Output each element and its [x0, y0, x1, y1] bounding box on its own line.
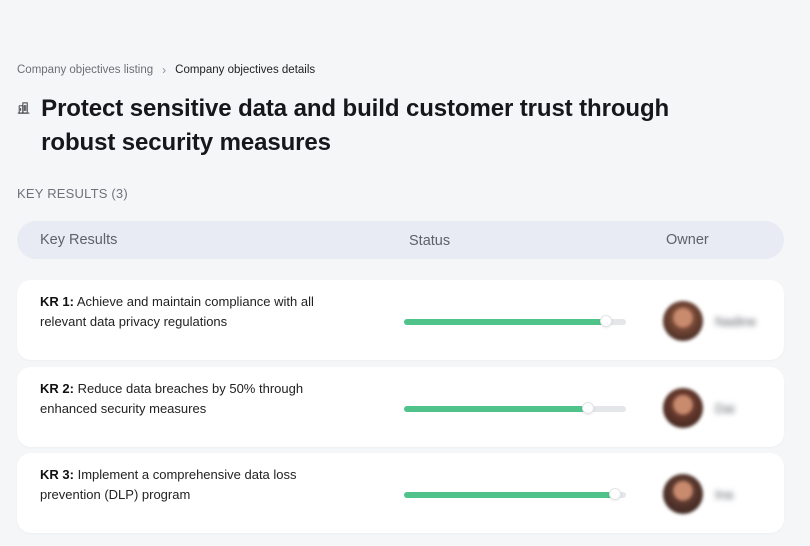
progress-bar: [404, 403, 626, 413]
progress-fill: [404, 492, 615, 498]
key-results-count-label: KEY RESULTS (3): [17, 186, 128, 201]
building-icon: [17, 102, 30, 114]
key-result-row[interactable]: KR 2: Reduce data breaches by 50% throug…: [17, 367, 784, 447]
key-result-row[interactable]: KR 1: Achieve and maintain compliance wi…: [17, 280, 784, 360]
avatar: [663, 388, 703, 428]
progress-handle: [601, 316, 612, 326]
owner-name: Dai: [715, 400, 735, 416]
column-header-key-results: Key Results: [40, 232, 118, 248]
owner[interactable]: Dai: [663, 388, 735, 428]
progress-fill: [404, 319, 607, 325]
column-header-owner: Owner: [666, 232, 709, 248]
progress-handle: [583, 403, 594, 413]
avatar: [663, 301, 703, 341]
owner-name: Ina: [715, 486, 734, 502]
key-result-label: KR 1:: [40, 294, 74, 309]
page-title: Protect sensitive data and build custome…: [41, 95, 670, 156]
owner-name: Nadine: [715, 313, 757, 329]
breadcrumb: Company objectives listing › Company obj…: [17, 64, 315, 76]
key-result-text: Implement a comprehensive data loss prev…: [40, 467, 297, 502]
key-result-text: Achieve and maintain compliance with all…: [40, 294, 314, 329]
owner[interactable]: Ina: [663, 474, 733, 514]
progress-fill: [404, 406, 589, 412]
progress-bar: [404, 316, 626, 326]
key-result-label: KR 2:: [40, 381, 74, 396]
avatar: [663, 474, 703, 514]
key-result-label: KR 3:: [40, 467, 74, 482]
breadcrumb-link-objectives-listing[interactable]: Company objectives listing: [17, 64, 153, 76]
key-result-description: KR 3: Implement a comprehensive data los…: [40, 465, 340, 505]
progress-handle: [609, 489, 620, 499]
key-result-text: Reduce data breaches by 50% through enha…: [40, 381, 304, 416]
objective-header: Protect sensitive data and build custome…: [17, 92, 717, 160]
key-result-row[interactable]: KR 3: Implement a comprehensive data los…: [17, 453, 784, 533]
breadcrumb-current: Company objectives details: [175, 64, 316, 76]
key-result-description: KR 1: Achieve and maintain compliance wi…: [40, 292, 340, 332]
progress-bar: [404, 489, 626, 499]
owner[interactable]: Nadine: [663, 301, 756, 341]
key-results-table-header: Key Results Status Owner: [17, 221, 784, 259]
chevron-right-icon: ›: [162, 63, 167, 77]
column-header-status: Status: [409, 233, 451, 249]
key-result-description: KR 2: Reduce data breaches by 50% throug…: [40, 379, 340, 419]
